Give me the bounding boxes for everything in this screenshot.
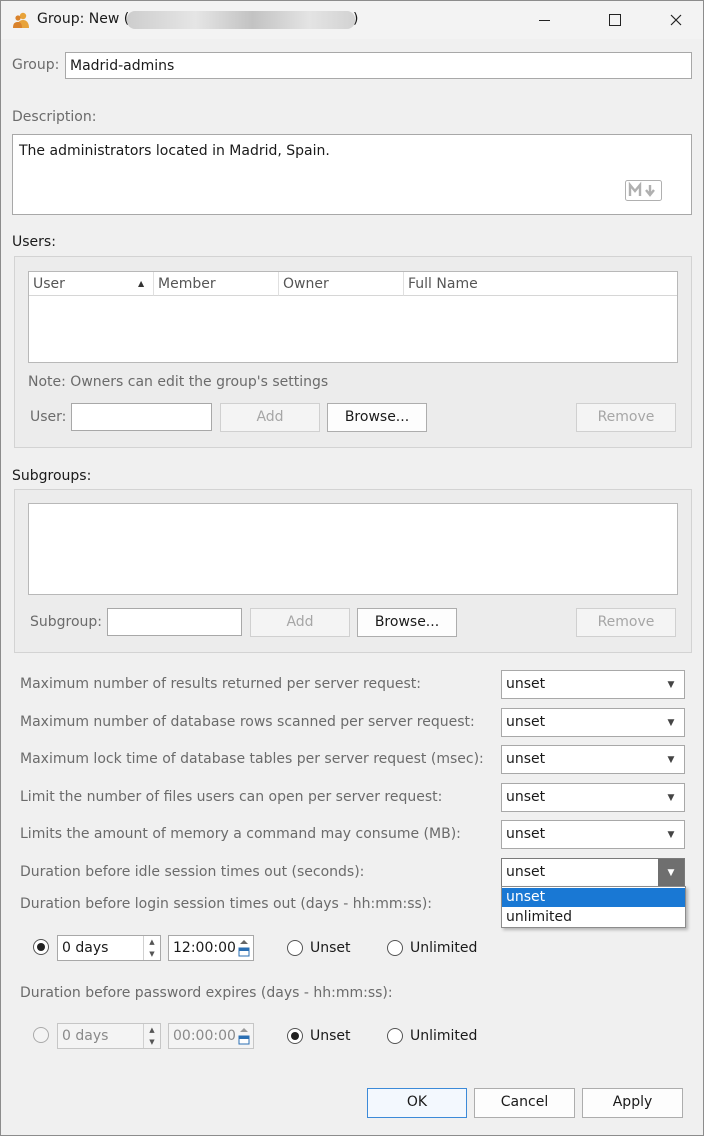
- window-title: Group: New (: [37, 11, 130, 27]
- login-timeout-unlimited-label: Unlimited: [410, 940, 478, 956]
- password-days-value: 0 days: [62, 1028, 109, 1044]
- subgroup-input[interactable]: [107, 608, 242, 636]
- max-open-files-value: unset: [506, 789, 546, 805]
- max-open-files-select[interactable]: unset ▼: [501, 783, 685, 812]
- group-icon: [13, 12, 29, 28]
- login-time-field[interactable]: 12:00:00: [168, 935, 254, 961]
- max-lock-time-label: Maximum lock time of database tables per…: [20, 751, 484, 767]
- subgroup-field-label: Subgroup:: [30, 614, 103, 630]
- dropdown-option-unlimited[interactable]: unlimited: [502, 908, 685, 927]
- max-scan-rows-value: unset: [506, 714, 546, 730]
- login-timeout-custom-radio[interactable]: [33, 939, 49, 955]
- max-results-label: Maximum number of results returned per s…: [20, 676, 421, 692]
- idle-timeout-value: unset: [506, 864, 546, 880]
- max-results-value: unset: [506, 676, 546, 692]
- idle-timeout-select[interactable]: unset ▼: [501, 858, 685, 887]
- chevron-down-icon: ▼: [667, 679, 675, 690]
- password-days-spinner[interactable]: 0 days ▲ ▼: [57, 1023, 161, 1049]
- owners-note: Note: Owners can edit the group's settin…: [28, 374, 329, 390]
- remove-user-button[interactable]: Remove: [576, 403, 676, 432]
- sort-ascending-icon: ▲: [138, 279, 145, 288]
- subgroups-list[interactable]: [28, 503, 678, 595]
- password-time-value: 00:00:00: [173, 1028, 236, 1044]
- remove-subgroup-button[interactable]: Remove: [576, 608, 676, 637]
- group-name-field[interactable]: Madrid-admins: [65, 52, 692, 79]
- login-timeout-unlimited-radio[interactable]: [387, 940, 403, 956]
- minimize-icon: [538, 19, 550, 21]
- spin-up-icon[interactable]: ▲: [144, 936, 160, 948]
- maximize-button[interactable]: [592, 1, 638, 39]
- ok-button[interactable]: OK: [367, 1088, 467, 1118]
- time-spin-icon[interactable]: [237, 1026, 251, 1046]
- column-header-owner[interactable]: Owner: [279, 272, 404, 296]
- close-button[interactable]: [653, 1, 699, 39]
- description-label: Description:: [12, 109, 97, 125]
- apply-button[interactable]: Apply: [582, 1088, 683, 1118]
- browse-users-button[interactable]: Browse...: [327, 403, 427, 432]
- password-expiry-unlimited-radio[interactable]: [387, 1028, 403, 1044]
- login-days-spinner[interactable]: 0 days ▲ ▼: [57, 935, 161, 961]
- column-header-member[interactable]: Member: [154, 272, 279, 296]
- chevron-down-icon: ▼: [667, 829, 675, 840]
- password-expiry-label: Duration before password expires (days -…: [20, 985, 393, 1001]
- spin-down-icon[interactable]: ▼: [144, 1036, 160, 1048]
- dropdown-option-unset[interactable]: unset: [502, 888, 685, 907]
- chevron-down-icon: ▼: [667, 792, 675, 803]
- description-text: The administrators located in Madrid, Sp…: [19, 143, 330, 159]
- title-bar[interactable]: Group: New ( ): [1, 1, 703, 39]
- spinner-arrows[interactable]: ▲ ▼: [143, 936, 160, 960]
- time-spin-icon[interactable]: [237, 938, 251, 958]
- add-subgroup-button[interactable]: Add: [250, 608, 350, 637]
- radio-selected-dot: [291, 1032, 299, 1040]
- chevron-down-icon: ▼: [667, 754, 675, 765]
- close-icon: [670, 14, 682, 26]
- max-results-select[interactable]: unset ▼: [501, 670, 685, 699]
- subgroups-label: Subgroups:: [12, 468, 92, 484]
- users-table[interactable]: User ▲ Member Owner Full Name: [28, 271, 678, 363]
- users-label: Users:: [12, 234, 56, 250]
- password-time-field[interactable]: 00:00:00: [168, 1023, 254, 1049]
- idle-timeout-label: Duration before idle session times out (…: [20, 864, 365, 880]
- max-scan-rows-select[interactable]: unset ▼: [501, 708, 685, 737]
- spin-down-icon[interactable]: ▼: [144, 948, 160, 960]
- max-memory-select[interactable]: unset ▼: [501, 820, 685, 849]
- add-user-button[interactable]: Add: [220, 403, 320, 432]
- spinner-arrows[interactable]: ▲ ▼: [143, 1024, 160, 1048]
- user-input[interactable]: [71, 403, 212, 431]
- cancel-button[interactable]: Cancel: [474, 1088, 575, 1118]
- max-scan-rows-label: Maximum number of database rows scanned …: [20, 714, 475, 730]
- password-expiry-unlimited-label: Unlimited: [410, 1028, 478, 1044]
- description-field[interactable]: The administrators located in Madrid, Sp…: [12, 134, 692, 215]
- maximize-icon: [609, 14, 621, 26]
- column-header-user[interactable]: User ▲: [29, 272, 154, 296]
- login-timeout-unset-label: Unset: [310, 940, 351, 956]
- browse-subgroups-button[interactable]: Browse...: [357, 608, 457, 637]
- password-expiry-unset-label: Unset: [310, 1028, 351, 1044]
- redacted-server-name: [127, 11, 355, 29]
- window-title-suffix: ): [353, 11, 359, 27]
- max-lock-time-select[interactable]: unset ▼: [501, 745, 685, 774]
- dialog-window: Group: New ( ) Group: Madrid-admins Desc…: [0, 0, 704, 1136]
- max-memory-value: unset: [506, 826, 546, 842]
- login-days-value: 0 days: [62, 940, 109, 956]
- max-memory-label: Limits the amount of memory a command ma…: [20, 826, 461, 842]
- user-field-label: User:: [30, 409, 67, 425]
- max-lock-time-value: unset: [506, 751, 546, 767]
- column-header-full-name[interactable]: Full Name: [404, 272, 677, 296]
- spin-up-icon[interactable]: ▲: [144, 1024, 160, 1036]
- idle-timeout-dropdown-list: unset unlimited: [501, 886, 686, 928]
- login-timeout-label: Duration before login session times out …: [20, 896, 433, 912]
- password-expiry-unset-radio[interactable]: [287, 1028, 303, 1044]
- password-expiry-custom-radio[interactable]: [33, 1027, 49, 1043]
- minimize-button[interactable]: [521, 1, 567, 39]
- login-time-value: 12:00:00: [173, 940, 236, 956]
- radio-selected-dot: [37, 943, 45, 951]
- login-timeout-unset-radio[interactable]: [287, 940, 303, 956]
- max-open-files-label: Limit the number of files users can open…: [20, 789, 443, 805]
- markdown-icon[interactable]: [625, 180, 662, 201]
- chevron-down-icon: ▼: [658, 859, 684, 886]
- chevron-down-icon: ▼: [667, 717, 675, 728]
- group-label: Group:: [12, 57, 60, 73]
